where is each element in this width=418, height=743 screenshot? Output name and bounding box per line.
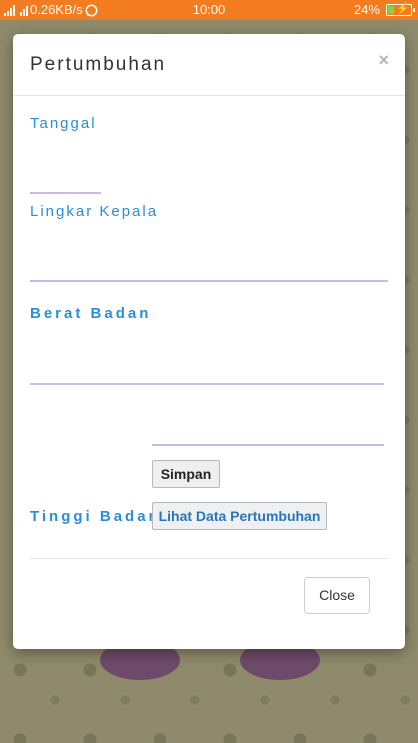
lihat-data-button[interactable]: Lihat Data Pertumbuhan bbox=[152, 502, 327, 530]
tanggal-label: Tanggal bbox=[30, 115, 97, 132]
close-button[interactable]: Close bbox=[304, 577, 370, 614]
tinggi-badan-label: Tinggi Badan bbox=[30, 508, 161, 525]
lingkar-kepala-input[interactable] bbox=[30, 280, 388, 282]
battery-icon: ⚡ bbox=[386, 3, 415, 16]
modal-title: Pertumbuhan bbox=[30, 54, 167, 75]
berat-badan-label: Berat Badan bbox=[30, 305, 152, 322]
growth-modal: Pertumbuhan × Tanggal Lingkar Kepala Ber… bbox=[13, 34, 405, 649]
tanggal-input[interactable] bbox=[30, 192, 101, 194]
charging-bolt-icon: ⚡ bbox=[396, 3, 410, 15]
close-icon[interactable]: × bbox=[378, 50, 389, 71]
tinggi-badan-input[interactable] bbox=[152, 444, 384, 446]
battery-percent: 24% bbox=[353, 2, 380, 17]
battery-cap bbox=[413, 8, 415, 12]
lingkar-kepala-label: Lingkar Kepala bbox=[30, 203, 159, 220]
status-right: 24% ⚡ bbox=[353, 0, 415, 20]
berat-badan-input[interactable] bbox=[30, 383, 384, 385]
simpan-button[interactable]: Simpan bbox=[152, 460, 220, 488]
status-bar: 0.26KB/s 10:00 24% ⚡ bbox=[0, 0, 418, 20]
battery-level bbox=[388, 6, 394, 14]
modal-header: Pertumbuhan × bbox=[13, 34, 405, 96]
footer-divider bbox=[30, 558, 388, 559]
